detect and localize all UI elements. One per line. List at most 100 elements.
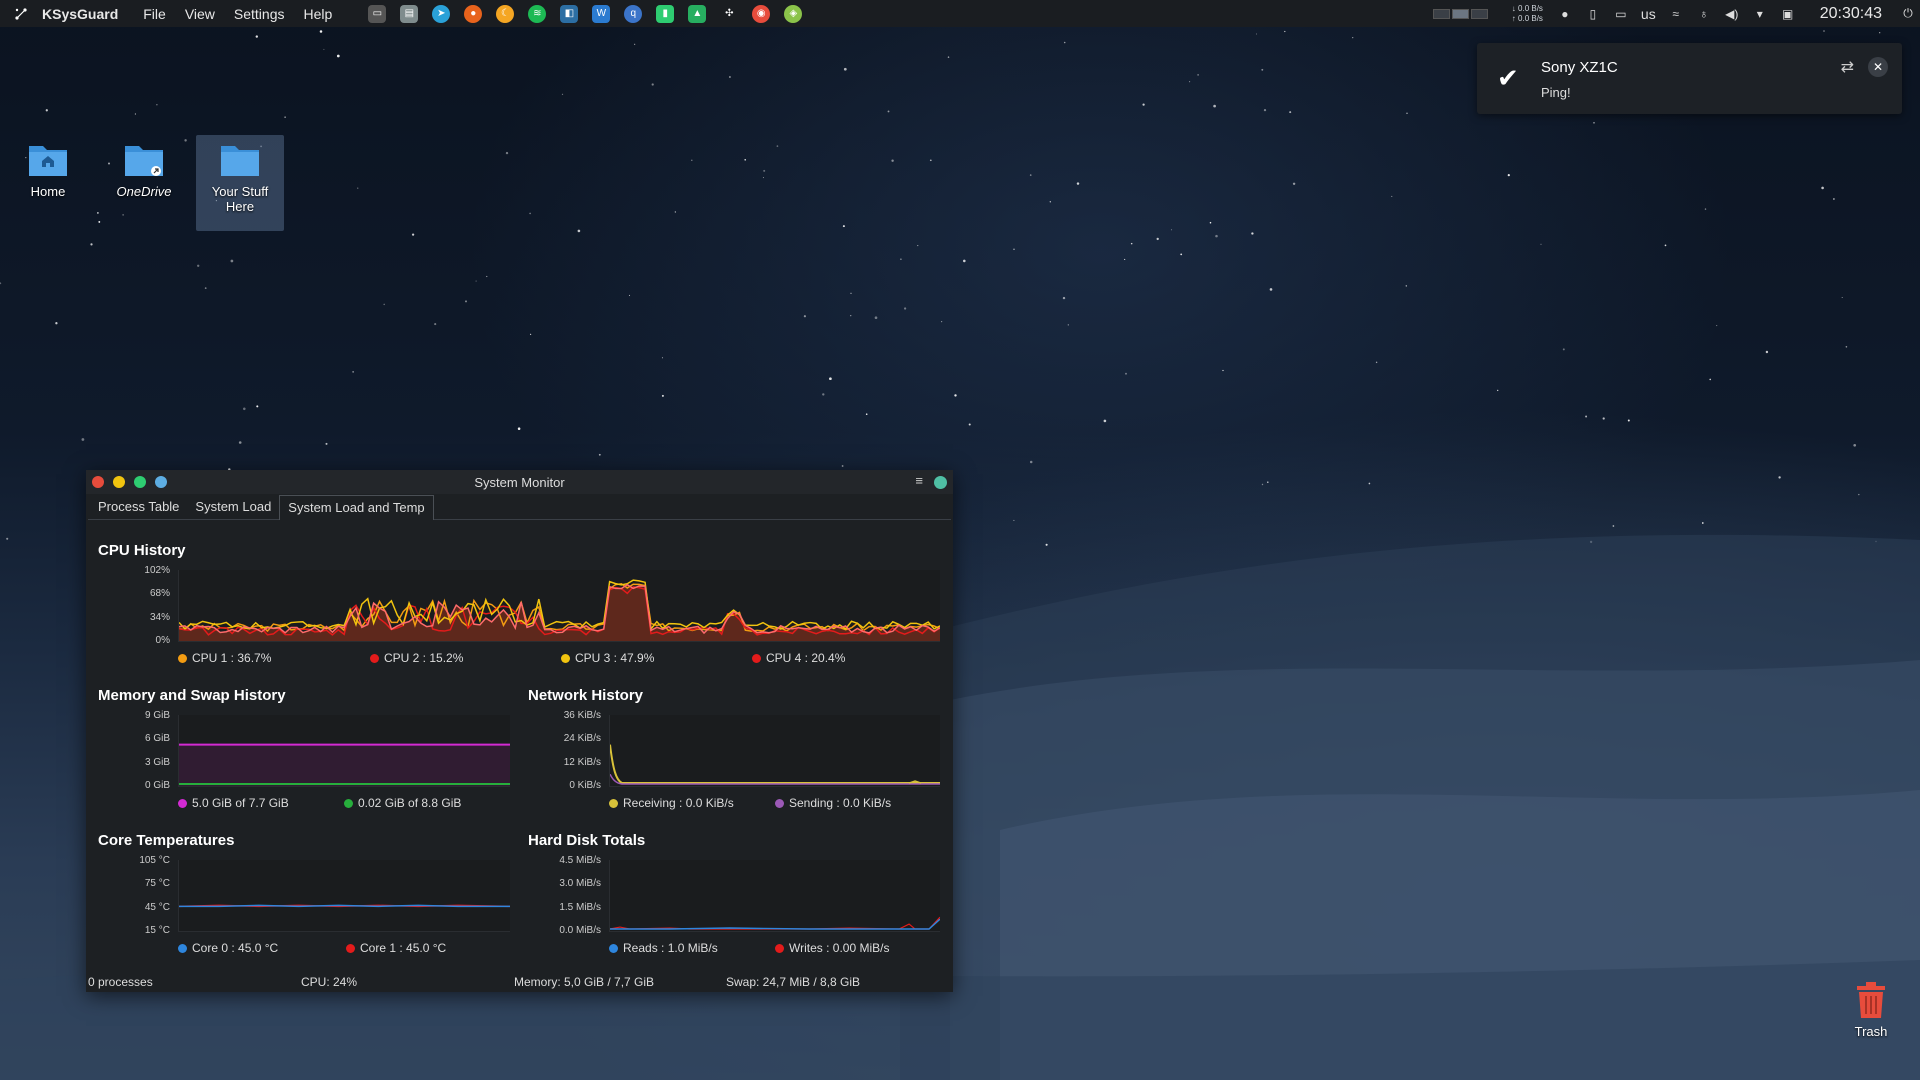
legend-label: Receiving : 0.0 KiB/s	[623, 796, 734, 810]
legend-label: CPU 1 : 36.7%	[192, 651, 272, 665]
clock[interactable]: 20:30:43	[1820, 5, 1882, 23]
legend-swap: 0.02 GiB of 8.8 GiB	[344, 796, 461, 810]
menu-settings[interactable]: Settings	[234, 6, 285, 22]
axis-tick: 45 °C	[144, 902, 170, 913]
menu-view[interactable]: View	[185, 6, 215, 22]
cpu-icon[interactable]: ▣	[1780, 6, 1796, 22]
tab-process-table[interactable]: Process Table	[90, 495, 187, 519]
legend-cpu4: CPU 4 : 20.4%	[752, 651, 845, 665]
axis-tick: 68%	[149, 588, 170, 599]
network-history-plot	[609, 715, 940, 787]
axis-tick: 6 GiB	[144, 733, 170, 744]
close-icon[interactable]: ✕	[1868, 57, 1888, 77]
desktop-icon-home[interactable]: Home	[4, 140, 92, 214]
legend-label: CPU 2 : 15.2%	[384, 651, 464, 665]
firefox-icon[interactable]: ●	[464, 4, 483, 23]
task-manager: ▭ ▤ ➤ ● ☾ ≋ ◧ W q ▮ ▲ ✣ ◉ ◈	[368, 4, 816, 23]
notification-body: Ping!	[1541, 85, 1571, 100]
window-titlebar[interactable]: System Monitor ≡	[86, 470, 953, 494]
menu-help[interactable]: Help	[304, 6, 333, 22]
telegram-icon[interactable]: ➤	[432, 4, 451, 23]
legend-cpu2: CPU 2 : 15.2%	[370, 651, 463, 665]
axis-tick: 0%	[155, 635, 170, 646]
phone-icon[interactable]: ▯	[1585, 6, 1601, 22]
battery-icon[interactable]: ▭	[1613, 6, 1629, 22]
axis-tick: 0.0 MiB/s	[559, 925, 601, 936]
axis-tick: 4.5 MiB/s	[559, 855, 601, 866]
desktop-icon-label: OneDrive	[116, 184, 172, 199]
legend-cpu3: CPU 3 : 47.9%	[561, 651, 654, 665]
cpu-history-title: CPU History	[98, 542, 186, 559]
axis-tick: 75 °C	[144, 878, 170, 889]
tab-system-load[interactable]: System Load	[187, 495, 279, 519]
legend-label: Reads : 1.0 MiB/s	[623, 941, 718, 955]
axis-tick: 105 °C	[139, 855, 170, 866]
folder-link-icon	[123, 140, 165, 178]
tab-bar: Process Table System Load System Load an…	[88, 494, 951, 520]
wifi-icon[interactable]: ≈	[1668, 6, 1684, 22]
android-icon[interactable]: ▮	[656, 4, 675, 23]
notification-settings-icon[interactable]: ⇄	[1841, 57, 1854, 77]
legend-label: Writes : 0.00 MiB/s	[789, 941, 890, 955]
green-app-icon[interactable]: ◈	[784, 4, 803, 23]
status-memory: Memory: 5,0 GiB / 7,7 GiB	[514, 975, 655, 989]
system-monitor-window: System Monitor ≡ Process Table System Lo…	[86, 470, 953, 992]
power-icon[interactable]: ⏻	[1900, 6, 1916, 22]
night-mode-icon[interactable]: ☾	[496, 4, 515, 23]
spotify-icon[interactable]: ≋	[528, 4, 547, 23]
word-icon[interactable]: W	[592, 4, 611, 23]
folder-icon	[219, 140, 261, 178]
red-app-icon[interactable]: ◉	[752, 4, 771, 23]
axis-tick: 3.0 MiB/s	[559, 878, 601, 889]
hard-disk-totals-plot	[609, 860, 940, 932]
github-icon[interactable]: ●	[1557, 6, 1573, 22]
core-temperatures-plot	[178, 860, 510, 932]
bulb-icon[interactable]: ♁	[1696, 6, 1712, 22]
terminal-icon[interactable]: ▭	[368, 4, 387, 23]
legend-reads: Reads : 1.0 MiB/s	[609, 941, 718, 955]
keyboard-layout[interactable]: us	[1641, 6, 1656, 22]
image-viewer-icon[interactable]: ▲	[688, 4, 707, 23]
desktop-icon-onedrive[interactable]: OneDrive	[100, 140, 188, 214]
window-title: System Monitor	[474, 475, 565, 490]
menu-icon[interactable]: ≡	[915, 473, 923, 488]
cpu-history-plot	[178, 570, 940, 642]
axis-tick: 15 °C	[144, 925, 170, 936]
legend-cpu1: CPU 1 : 36.7%	[178, 651, 271, 665]
home-folder-icon	[27, 140, 69, 178]
app-launcher-icon[interactable]	[10, 3, 32, 25]
net-down-value: 0.0 B/s	[1518, 3, 1543, 13]
trash-icon	[1853, 980, 1889, 1020]
hard-disk-totals-title: Hard Disk Totals	[528, 832, 646, 849]
window-action-button[interactable]	[934, 476, 947, 489]
virtual-desktop-pager[interactable]	[1432, 8, 1488, 19]
menu-file[interactable]: File	[143, 6, 166, 22]
settings-tool-icon[interactable]: ✣	[720, 5, 738, 23]
notification-popup[interactable]: ✔ Sony XZ1C Ping! ⇄ ✕	[1477, 43, 1902, 114]
tab-system-load-temp[interactable]: System Load and Temp	[279, 495, 434, 520]
notification-title: Sony XZ1C	[1541, 59, 1618, 76]
axis-tick: 0 KiB/s	[569, 780, 601, 791]
axis-tick: 3 GiB	[144, 757, 170, 768]
legend-label: Sending : 0.0 KiB/s	[789, 796, 892, 810]
active-app-name: KSysGuard	[42, 5, 119, 22]
network-history-title: Network History	[528, 687, 644, 704]
tray-expand-icon[interactable]: ▾	[1752, 6, 1768, 22]
check-icon: ✔	[1497, 63, 1519, 93]
memory-history-title: Memory and Swap History	[98, 687, 286, 704]
axis-tick: 12 KiB/s	[563, 757, 601, 768]
axis-tick: 34%	[149, 612, 170, 623]
qbittorrent-icon[interactable]: q	[624, 4, 643, 23]
axis-tick: 1.5 MiB/s	[559, 902, 601, 913]
axis-tick: 24 KiB/s	[563, 733, 601, 744]
desktop-icon-your-stuff[interactable]: Your Stuff Here	[196, 135, 284, 231]
legend-memory: 5.0 GiB of 7.7 GiB	[178, 796, 289, 810]
desktop-icon-trash[interactable]: Trash	[1838, 980, 1904, 1039]
axis-tick: 9 GiB	[144, 710, 170, 721]
legend-label: Core 1 : 45.0 °C	[360, 941, 447, 955]
top-panel: KSysGuard File View Settings Help ▭ ▤ ➤ …	[0, 0, 1920, 27]
legend-label: 5.0 GiB of 7.7 GiB	[192, 796, 289, 810]
package-icon[interactable]: ▤	[400, 4, 419, 23]
editor-icon[interactable]: ◧	[560, 4, 579, 23]
volume-icon[interactable]: ◀)	[1724, 6, 1740, 22]
